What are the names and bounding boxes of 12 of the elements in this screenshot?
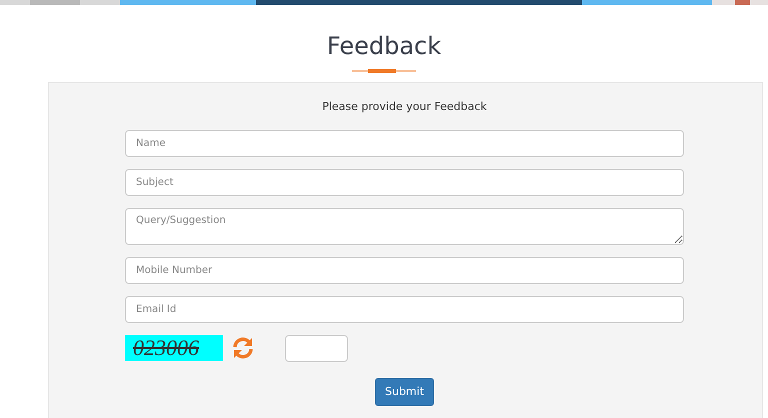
- input-field[interactable]: Subject: [125, 168, 684, 196]
- title-underline: [352, 69, 416, 73]
- form-heading: Please provide your Feedback: [321, 99, 488, 115]
- captcha-image: 023006: [125, 335, 223, 361]
- input-field[interactable]: Mobile Number: [125, 256, 684, 284]
- text-area[interactable]: Query/Suggestion: [125, 208, 684, 244]
- page-title: Feedback: [326, 31, 442, 61]
- refresh-icon[interactable]: [231, 336, 255, 360]
- captcha-input[interactable]: [285, 334, 348, 362]
- input-field[interactable]: Name: [125, 130, 684, 156]
- input-field[interactable]: Email Id: [125, 296, 684, 322]
- submit-button[interactable]: Submit: [374, 378, 434, 406]
